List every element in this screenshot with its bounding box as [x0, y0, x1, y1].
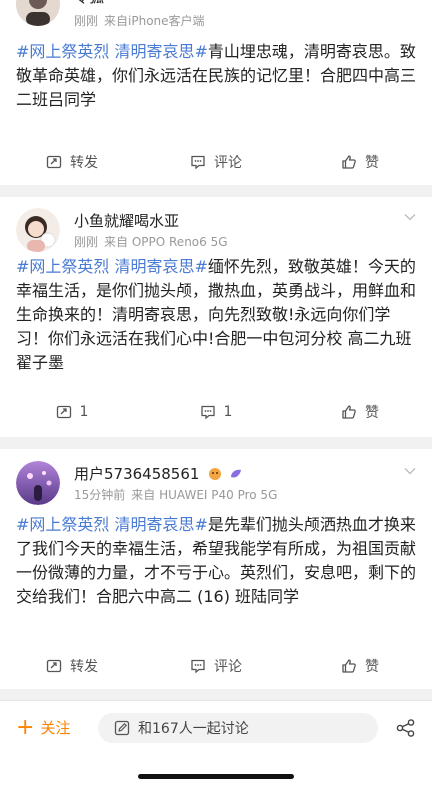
- post-header: 令狐 刚刚来自iPhone客户端: [0, 0, 432, 40]
- comment-icon: [200, 405, 215, 420]
- post-1[interactable]: 令狐 刚刚来自iPhone客户端 #网上祭英烈 清明寄哀思#青山埋忠魂，清明寄哀…: [0, 0, 432, 185]
- like-button[interactable]: 赞: [288, 656, 432, 676]
- thumbs-up-icon: [342, 659, 356, 673]
- like-button[interactable]: 赞: [288, 402, 432, 422]
- repost-label: 转发: [70, 155, 98, 171]
- vip-badge-icon: [208, 467, 222, 485]
- discuss-input[interactable]: 和167人一起讨论: [98, 713, 378, 743]
- topic-tag[interactable]: #网上祭英烈 清明寄哀思#: [16, 257, 208, 276]
- thumbs-up-icon: [342, 155, 356, 169]
- post-meta: 15分钟前 来自 HUAWEI P40 Pro 5G: [74, 486, 277, 503]
- like-label: 赞: [365, 155, 379, 171]
- badge-icon: [229, 467, 243, 485]
- like-label: 赞: [365, 659, 379, 675]
- discuss-label: 和167人一起讨论: [138, 721, 249, 737]
- action-bar: 1 1 赞: [0, 387, 432, 437]
- action-bar: 转发 评论 赞: [0, 641, 432, 691]
- separator: [0, 437, 432, 449]
- repost-icon: [56, 405, 71, 419]
- thumbs-up-icon: [342, 405, 356, 419]
- bottom-bar: + 关注 和167人一起讨论: [0, 700, 432, 787]
- post-content[interactable]: #网上祭英烈 清明寄哀思#青山埋忠魂，清明寄哀思。致敬革命英雄，你们永远活在民族…: [0, 40, 432, 112]
- comment-icon: [191, 155, 205, 170]
- comment-button[interactable]: 评论: [144, 152, 288, 172]
- repost-icon: [46, 155, 62, 169]
- post-time: 刚刚: [74, 235, 99, 249]
- post-content[interactable]: #网上祭英烈 清明寄哀思#是先辈们抛头颅洒热血才换来了我们今天的幸福生活，希望我…: [0, 513, 432, 609]
- post-header: 用户5736458561 15分钟前 来自 HUAWEI P40 Pro 5G: [0, 449, 432, 507]
- username-text: 用户5736458561: [74, 465, 200, 483]
- post-content[interactable]: #网上祭英烈 清明寄哀思#缅怀先烈，致敬英雄！今天的幸福生活，是你们抛头颅，撒热…: [0, 255, 432, 375]
- home-indicator[interactable]: [138, 774, 294, 779]
- repost-button[interactable]: 1: [0, 404, 144, 420]
- comment-count: 1: [223, 404, 233, 420]
- post-source: 来自iPhone客户端: [104, 14, 205, 28]
- edit-icon: [114, 720, 130, 736]
- chevron-down-icon[interactable]: [404, 465, 416, 477]
- username[interactable]: 用户5736458561: [74, 463, 243, 485]
- comment-label: 评论: [214, 659, 242, 675]
- repost-icon: [46, 659, 62, 673]
- post-source: 来自 HUAWEI P40 Pro 5G: [131, 488, 278, 502]
- plus-icon: +: [16, 714, 35, 740]
- post-meta: 刚刚 来自 OPPO Reno6 5G: [74, 233, 228, 250]
- avatar[interactable]: [16, 0, 60, 26]
- username[interactable]: 令狐: [74, 0, 104, 7]
- topic-tag[interactable]: #网上祭英烈 清明寄哀思#: [16, 42, 208, 61]
- like-button[interactable]: 赞: [288, 152, 432, 172]
- comment-label: 评论: [214, 155, 242, 171]
- comment-button[interactable]: 评论: [144, 656, 288, 676]
- avatar[interactable]: [16, 461, 60, 505]
- post-3[interactable]: 用户5736458561 15分钟前 来自 HUAWEI P40 Pro 5G #…: [0, 449, 432, 689]
- username[interactable]: 小鱼就耀喝水亚: [74, 210, 179, 231]
- weibo-feed: 令狐 刚刚来自iPhone客户端 #网上祭英烈 清明寄哀思#青山埋忠魂，清明寄哀…: [0, 0, 432, 700]
- post-time: 刚刚: [74, 14, 99, 28]
- action-bar: 转发 评论 赞: [0, 137, 432, 187]
- post-meta: 刚刚 来自iPhone客户端: [74, 12, 205, 29]
- repost-button[interactable]: 转发: [0, 656, 144, 676]
- topic-tag[interactable]: #网上祭英烈 清明寄哀思#: [16, 515, 208, 534]
- chevron-down-icon[interactable]: [404, 211, 416, 223]
- post-2[interactable]: 小鱼就耀喝水亚 刚刚 来自 OPPO Reno6 5G #网上祭英烈 清明寄哀思#…: [0, 197, 432, 437]
- follow-button[interactable]: + 关注: [16, 714, 71, 740]
- like-label: 赞: [365, 405, 379, 421]
- comment-button[interactable]: 1: [144, 404, 288, 420]
- post-source: 来自 OPPO Reno6 5G: [104, 235, 228, 249]
- repost-count: 1: [79, 404, 89, 420]
- comment-icon: [191, 659, 205, 674]
- post-header: 小鱼就耀喝水亚 刚刚 来自 OPPO Reno6 5G: [0, 197, 432, 255]
- repost-button[interactable]: 转发: [0, 152, 144, 172]
- repost-label: 转发: [70, 659, 98, 675]
- follow-label: 关注: [40, 719, 71, 737]
- post-time: 15分钟前: [74, 488, 126, 502]
- avatar[interactable]: [16, 208, 60, 252]
- share-icon[interactable]: [396, 718, 416, 738]
